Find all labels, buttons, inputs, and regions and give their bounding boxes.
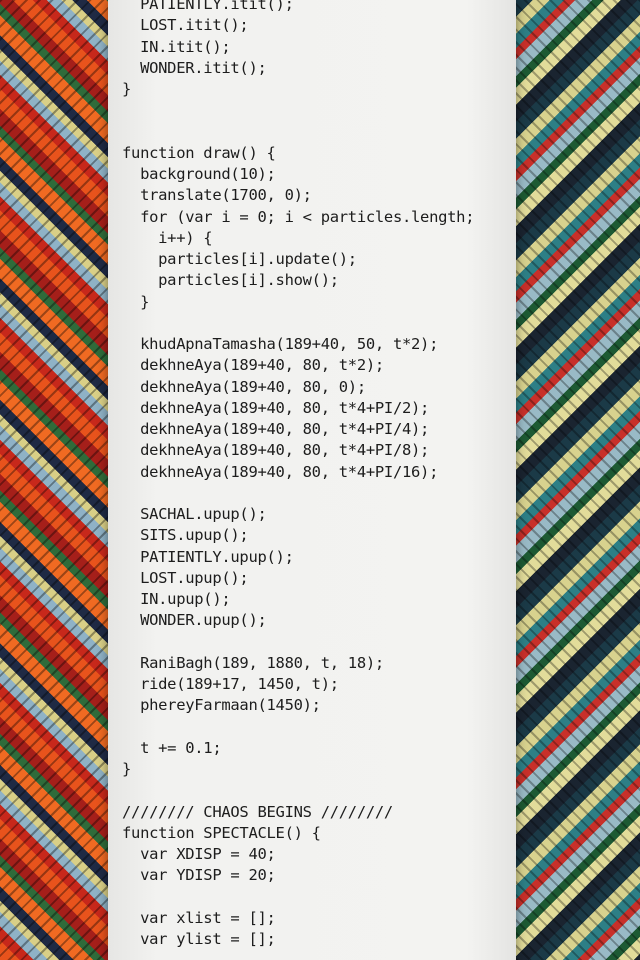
code-line: var xlist = []; <box>122 908 276 927</box>
code-line: function SPECTACLE() { <box>122 823 321 842</box>
code-line: WONDER.itit(); <box>122 58 267 77</box>
code-line: WONDER.upup(); <box>122 611 267 630</box>
code-line: background(10); <box>122 165 276 183</box>
code-line: IN.itit(); <box>122 37 231 56</box>
code-line: dekhneAya(189+40, 80, t*4+PI/4); <box>122 420 430 438</box>
code-line: function draw() { <box>122 143 276 162</box>
code-line: var ylist = []; <box>122 930 276 948</box>
code-line: dekhneAya(189+40, 80, t*4+PI/16); <box>122 462 439 481</box>
code-printout: PATIENTLY.itit(); LOST.itit(); IN.itit()… <box>108 0 516 960</box>
code-line: //////// CHAOS BEGINS //////// <box>122 802 393 821</box>
code-line: } <box>122 80 132 98</box>
code-line: var YDISP = 20; <box>122 866 276 885</box>
code-line: dekhneAya(189+40, 80, 0); <box>122 377 366 396</box>
code-line: dekhneAya(189+40, 80, t*4+PI/8); <box>122 441 430 460</box>
code-line: SITS.upup(); <box>122 526 249 545</box>
code-line: i++) { <box>122 228 213 247</box>
code-line: RaniBagh(189, 1880, t, 18); <box>122 653 384 672</box>
code-line: particles[i].update(); <box>122 250 357 268</box>
code-line: dekhneAya(189+40, 80, t*4+PI/2); <box>122 398 430 417</box>
woven-textile-right <box>516 0 640 960</box>
code-line: SACHAL.upup(); <box>122 505 267 523</box>
code-line: dekhneAya(189+40, 80, t*2); <box>122 356 384 375</box>
code-line: } <box>122 760 132 778</box>
code-line: } <box>122 292 150 311</box>
code-line: phereyFarmaan(1450); <box>122 696 321 715</box>
code-line: for (var i = 0; i < particles.length; <box>122 207 475 226</box>
code-line: var XDISP = 40; <box>122 845 276 863</box>
code-line: PATIENTLY.upup(); <box>122 547 294 566</box>
woven-textile-left <box>0 0 110 960</box>
code-line: khudApnaTamasha(189+40, 50, t*2); <box>122 335 439 353</box>
code-line: LOST.upup(); <box>122 568 249 587</box>
code-line: particles[i].show(); <box>122 271 339 290</box>
code-line: translate(1700, 0); <box>122 186 312 205</box>
code-line: LOST.itit(); <box>122 16 249 35</box>
code-line: IN.upup(); <box>122 590 231 608</box>
code-line: ride(189+17, 1450, t); <box>122 675 339 693</box>
photo-scene: PATIENTLY.itit(); LOST.itit(); IN.itit()… <box>0 0 640 960</box>
code-line: t += 0.1; <box>122 738 222 757</box>
code-line: PATIENTLY.itit(); <box>122 0 294 13</box>
